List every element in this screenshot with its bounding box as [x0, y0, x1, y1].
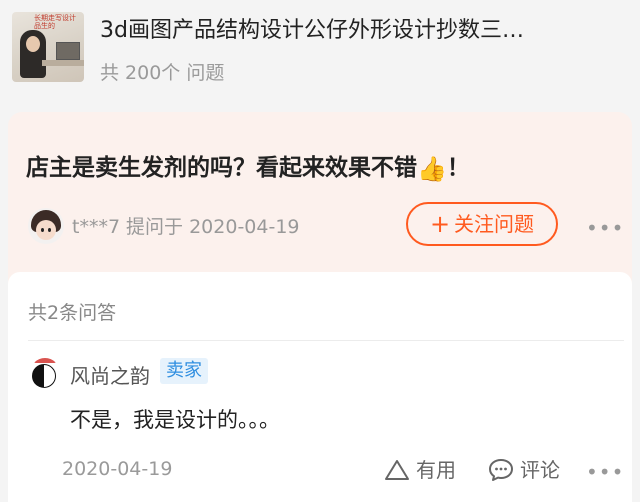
comment-icon: [489, 459, 513, 481]
answer-text: 不是，我是设计的。。。: [70, 408, 280, 432]
divider: [28, 340, 624, 341]
asker-name: t***7: [72, 216, 121, 238]
follow-label: 关注问题: [454, 212, 535, 236]
thumbnail-caption: 长期走写设计品生的: [34, 14, 76, 30]
answer-count: 共2条问答: [28, 302, 117, 324]
answers-card: 共2条问答 风尚之韵 卖家 不是，我是设计的。。。 2020-04-19 有用 …: [8, 272, 632, 502]
comment-button[interactable]: 评论: [488, 454, 560, 484]
follow-question-button[interactable]: + 关注问题: [406, 202, 558, 246]
asker-avatar[interactable]: [28, 208, 64, 244]
question-count: 共 200个 问题: [100, 62, 225, 84]
useful-label: 有用: [416, 458, 456, 482]
product-title[interactable]: 3d画图产品结构设计公仔外形设计抄数三…: [100, 12, 620, 44]
thumbs-up-icon: 👍: [417, 155, 447, 183]
question-text: 店主是卖生发剂的吗？看起来效果不错👍！: [26, 155, 470, 183]
product-thumbnail[interactable]: 长期走写设计品生的: [12, 12, 84, 82]
answer-more-icon[interactable]: •••: [586, 460, 624, 484]
asker-info: t***7 提问于 2020-04-19: [72, 212, 300, 239]
more-options-icon[interactable]: •••: [586, 216, 624, 240]
asked-date: 提问于 2020-04-19: [126, 216, 300, 238]
question-card: 店主是卖生发剂的吗？看起来效果不错👍！ t***7 提问于 2020-04-19 …: [8, 112, 632, 284]
useful-button[interactable]: 有用: [384, 454, 456, 484]
answerer-name[interactable]: 风尚之韵: [70, 360, 150, 389]
product-header: 长期走写设计品生的 3d画图产品结构设计公仔外形设计抄数三… 共 200个 问题: [0, 0, 640, 110]
seller-avatar[interactable]: [30, 358, 60, 388]
triangle-icon: [385, 460, 409, 480]
answer-date: 2020-04-19: [62, 458, 173, 480]
comment-label: 评论: [520, 458, 560, 482]
seller-badge: 卖家: [160, 358, 208, 384]
plus-icon: +: [429, 210, 451, 238]
